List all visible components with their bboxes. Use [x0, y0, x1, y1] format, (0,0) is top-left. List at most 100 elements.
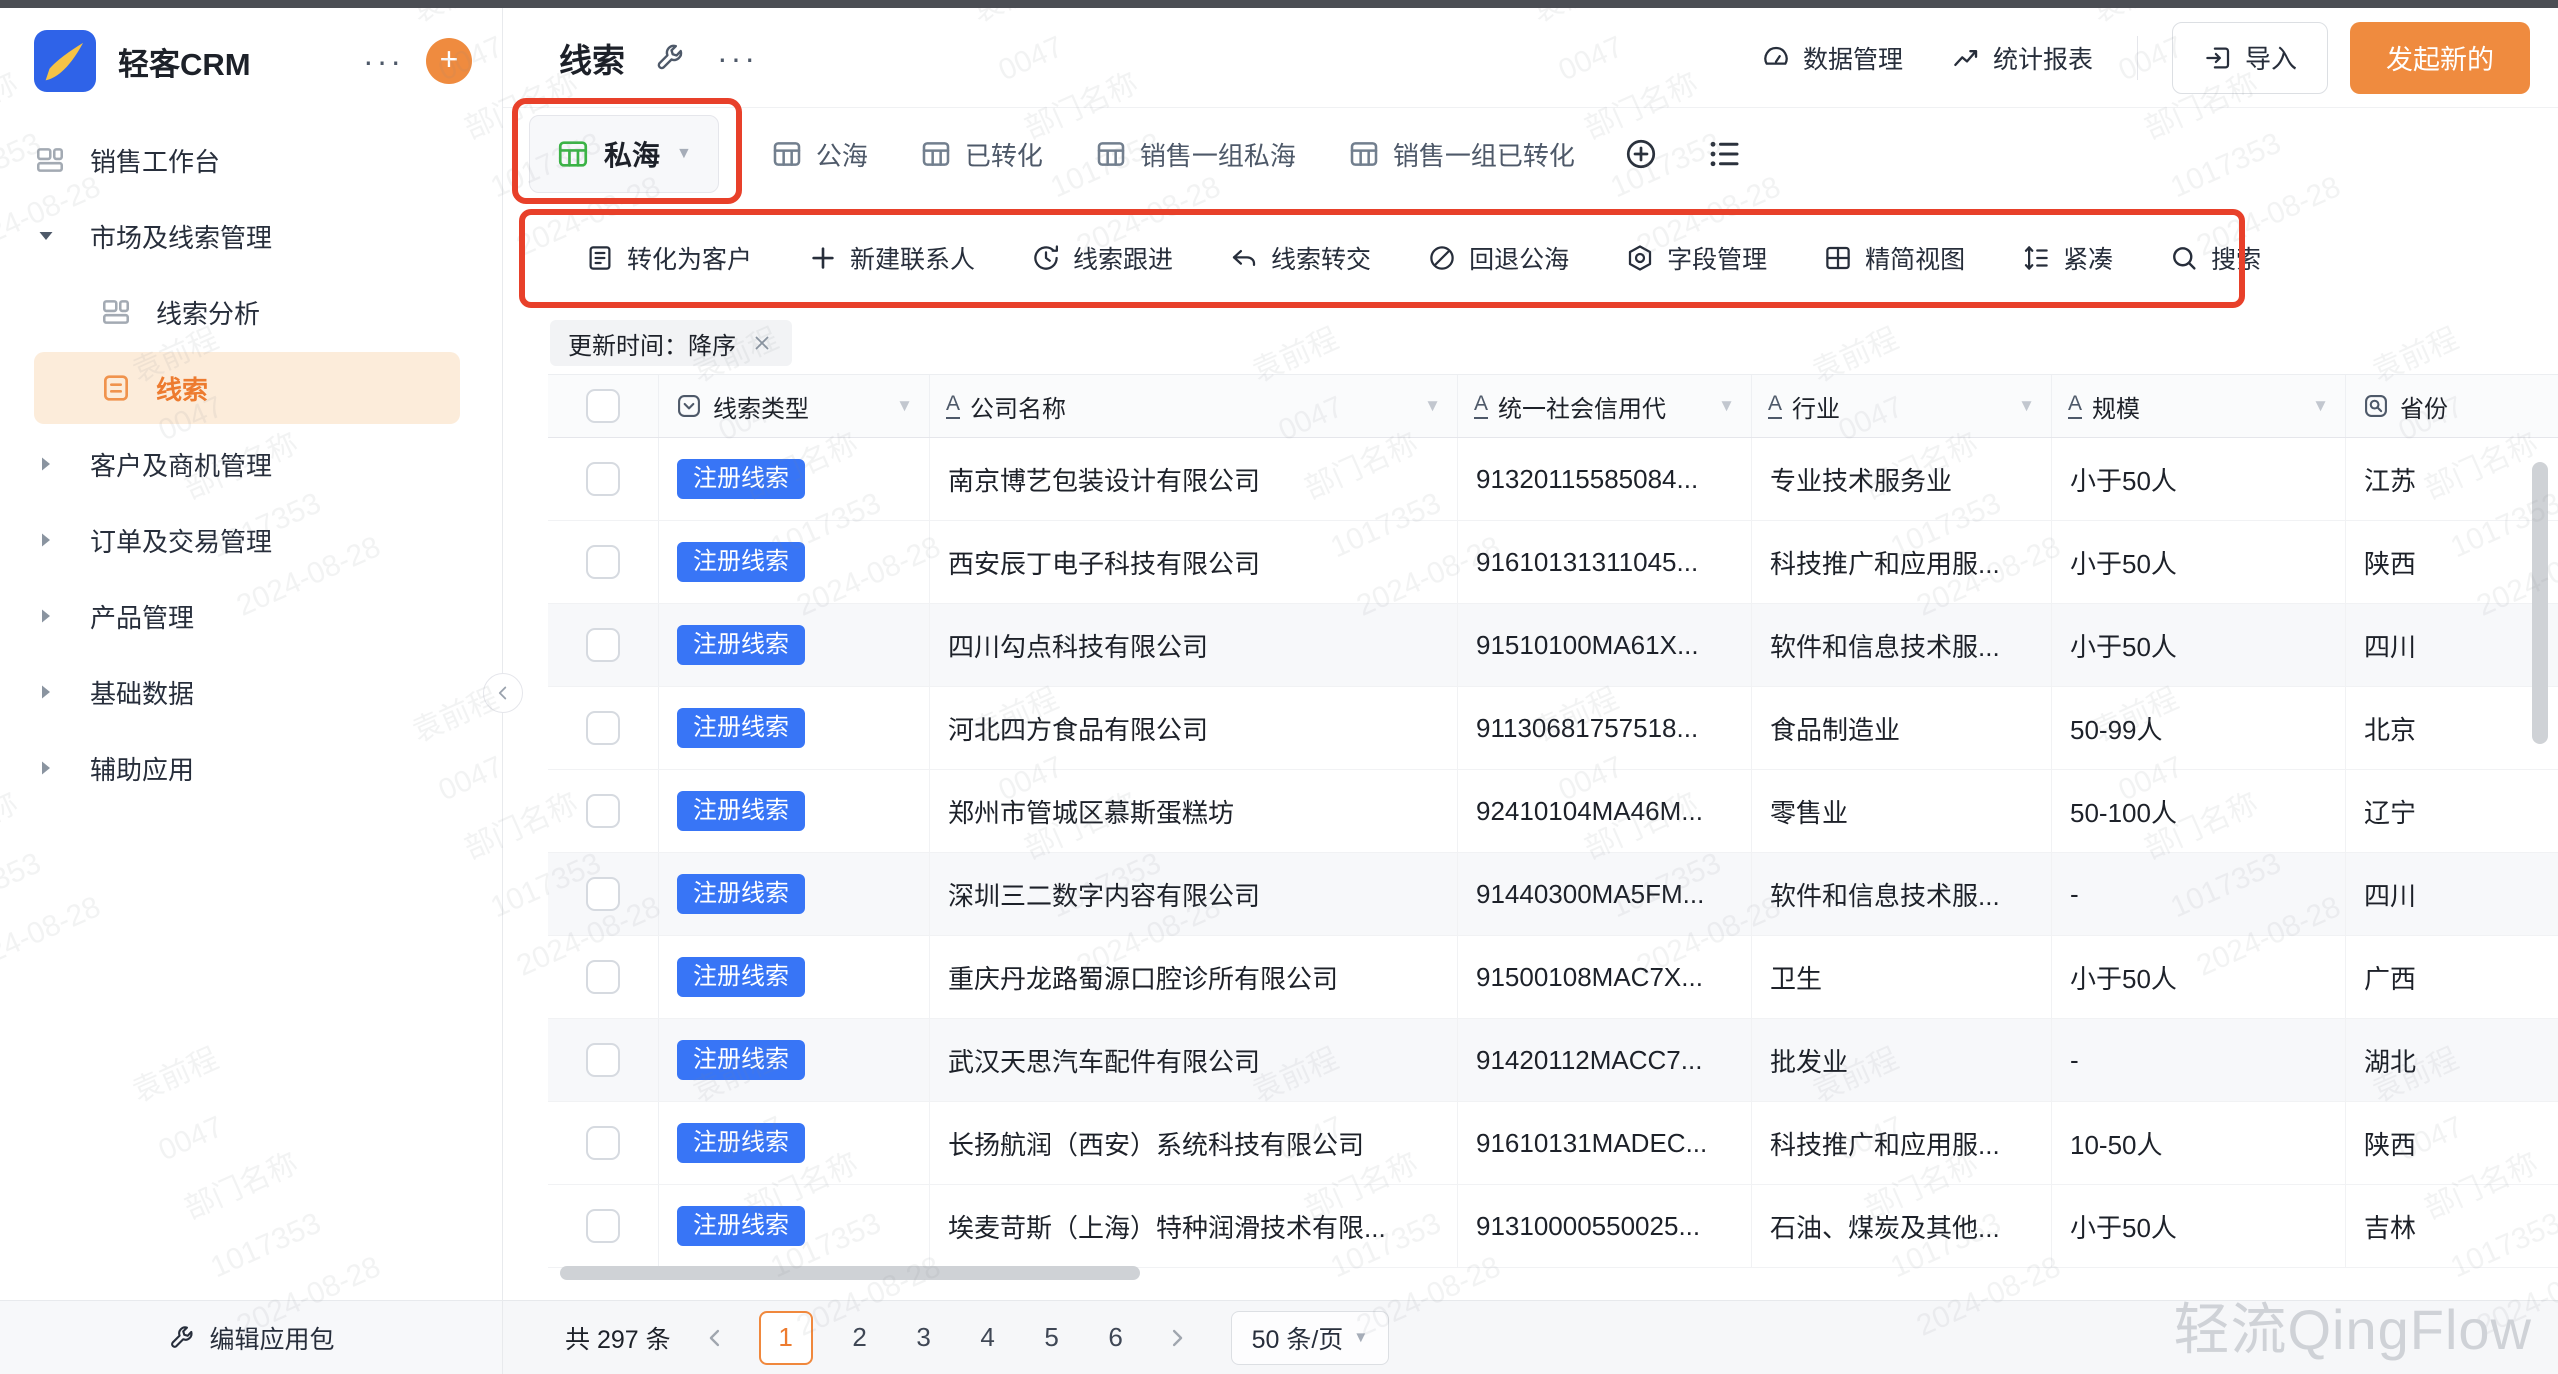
sidebar-item-客户及商机管理[interactable]: 客户及商机管理 — [0, 426, 502, 502]
sidebar-more-icon[interactable]: ··· — [363, 45, 404, 77]
row-checkbox[interactable] — [586, 462, 620, 496]
tab-已转化[interactable]: 已转化 — [920, 136, 1043, 173]
sidebar-item-辅助应用[interactable]: 辅助应用 — [0, 730, 502, 806]
select-all-checkbox[interactable] — [586, 389, 620, 423]
more-menu-icon[interactable]: ··· — [717, 42, 758, 74]
toolbar-转化为客户[interactable]: 转化为客户 — [585, 240, 752, 276]
cell-company[interactable]: 郑州市管城区慕斯蛋糕坊 — [930, 770, 1458, 852]
data-manage-label: 数据管理 — [1803, 40, 1903, 76]
cell-company[interactable]: 南京博艺包装设计有限公司 — [930, 438, 1458, 520]
toolbar-紧凑[interactable]: 紧凑 — [2021, 240, 2113, 276]
close-icon[interactable] — [750, 331, 774, 355]
column-label: 统一社会信用代 — [1498, 389, 1666, 424]
chevron-down-icon[interactable]: ▼ — [2018, 396, 2035, 416]
cell-company[interactable]: 埃麦苛斯（上海）特种润滑技术有限... — [930, 1185, 1458, 1267]
next-page-button[interactable] — [1163, 1324, 1191, 1352]
reports-button[interactable]: 统计报表 — [1951, 40, 2093, 76]
chevron-down-icon[interactable]: ▼ — [1718, 396, 1735, 416]
sidebar-item-销售工作台[interactable]: 销售工作台 — [0, 122, 502, 198]
vertical-scrollbar[interactable] — [2532, 462, 2548, 744]
caret-right-icon[interactable] — [34, 528, 58, 552]
wrench-icon[interactable] — [653, 42, 685, 74]
sidebar-item-线索[interactable]: 线索 — [0, 350, 502, 426]
create-new-button[interactable]: 发起新的 — [2350, 22, 2530, 94]
horizontal-scrollbar[interactable] — [560, 1266, 1140, 1280]
cell-company[interactable]: 四川勾点科技有限公司 — [930, 604, 1458, 686]
caret-right-icon[interactable] — [34, 680, 58, 704]
sidebar-item-基础数据[interactable]: 基础数据 — [0, 654, 502, 730]
toolbar-回退公海[interactable]: 回退公海 — [1427, 240, 1569, 276]
toolbar-字段管理[interactable]: 字段管理 — [1625, 240, 1767, 276]
edit-package-bar[interactable]: 编辑应用包 — [0, 1300, 503, 1374]
chevron-down-icon[interactable]: ▼ — [1424, 396, 1441, 416]
page-button-6[interactable]: 6 — [1099, 1322, 1133, 1353]
column-header-规模[interactable]: A规模▼ — [2052, 375, 2346, 437]
cell-company[interactable]: 重庆丹龙路蜀源口腔诊所有限公司 — [930, 936, 1458, 1018]
row-checkbox[interactable] — [586, 960, 620, 994]
caret-down-icon[interactable] — [34, 224, 58, 248]
add-view-button[interactable] — [1623, 136, 1659, 172]
caret-right-icon[interactable] — [34, 756, 58, 780]
row-checkbox[interactable] — [586, 794, 620, 828]
column-header-公司名称[interactable]: A公司名称▼ — [930, 375, 1458, 437]
sidebar-item-订单及交易管理[interactable]: 订单及交易管理 — [0, 502, 502, 578]
row-checkbox[interactable] — [586, 711, 620, 745]
page-button-3[interactable]: 3 — [907, 1322, 941, 1353]
tab-销售一组私海[interactable]: 销售一组私海 — [1095, 136, 1296, 173]
cell-company[interactable]: 武汉天思汽车配件有限公司 — [930, 1019, 1458, 1101]
cell-text: 四川勾点科技有限公司 — [948, 627, 1208, 664]
menu-item-slot — [34, 680, 90, 704]
tab-销售一组已转化[interactable]: 销售一组已转化 — [1348, 136, 1575, 173]
page-button-2[interactable]: 2 — [843, 1322, 877, 1353]
total-count: 共 297 条 — [565, 1320, 671, 1356]
chevron-down-icon[interactable]: ▼ — [896, 396, 913, 416]
toolbar-label: 转化为客户 — [627, 240, 752, 276]
column-header-线索类型[interactable]: 线索类型▼ — [659, 375, 930, 437]
cell-text: 南京博艺包装设计有限公司 — [948, 461, 1260, 498]
sidebar-item-产品管理[interactable]: 产品管理 — [0, 578, 502, 654]
column-header-统一社会信用代[interactable]: A统一社会信用代▼ — [1458, 375, 1752, 437]
chevron-down-icon[interactable]: ▼ — [2312, 396, 2329, 416]
import-button[interactable]: 导入 — [2172, 22, 2328, 94]
caret-right-icon[interactable] — [34, 604, 58, 628]
toolbar-搜索[interactable]: 搜索 — [2169, 240, 2261, 276]
column-header-行业[interactable]: A行业▼ — [1752, 375, 2052, 437]
row-checkbox[interactable] — [586, 1043, 620, 1077]
toolbar-线索转交[interactable]: 线索转交 — [1229, 240, 1371, 276]
page-button-4[interactable]: 4 — [971, 1322, 1005, 1353]
tab-私海[interactable]: 私海▼ — [529, 115, 719, 193]
toolbar-新建联系人[interactable]: 新建联系人 — [808, 240, 975, 276]
row-checkbox[interactable] — [586, 628, 620, 662]
sidebar-item-label: 产品管理 — [90, 598, 194, 635]
toolbar-线索跟进[interactable]: 线索跟进 — [1031, 240, 1173, 276]
caret-right-icon[interactable] — [34, 452, 58, 476]
table-grid-icon — [556, 137, 590, 171]
page-button-5[interactable]: 5 — [1035, 1322, 1069, 1353]
sidebar-add-button[interactable]: + — [426, 38, 472, 84]
sort-filter-chip[interactable]: 更新时间：降序 — [550, 320, 792, 366]
row-checkbox[interactable] — [586, 1126, 620, 1160]
cell-company[interactable]: 西安辰丁电子科技有限公司 — [930, 521, 1458, 603]
row-checkbox[interactable] — [586, 1209, 620, 1243]
view-list-button[interactable] — [1707, 136, 1743, 172]
sidebar-collapse-button[interactable] — [483, 673, 523, 713]
cell-company[interactable]: 河北四方食品有限公司 — [930, 687, 1458, 769]
cell-company[interactable]: 深圳三二数字内容有限公司 — [930, 853, 1458, 935]
sidebar-item-线索分析[interactable]: 线索分析 — [0, 274, 502, 350]
column-header-省份[interactable]: 省份 — [2346, 375, 2558, 437]
page-size-select[interactable]: 50 条/页 ▼ — [1231, 1311, 1390, 1365]
cell-company[interactable]: 长扬航润（西安）系统科技有限公司 — [930, 1102, 1458, 1184]
toolbar-精简视图[interactable]: 精简视图 — [1823, 240, 1965, 276]
tab-公海[interactable]: 公海 — [771, 136, 868, 173]
row-checkbox[interactable] — [586, 545, 620, 579]
cell-industry: 卫生 — [1752, 936, 2052, 1018]
browser-top-strip — [0, 0, 2558, 8]
prev-page-button[interactable] — [701, 1324, 729, 1352]
data-manage-button[interactable]: 数据管理 — [1761, 40, 1903, 76]
row-checkbox-cell — [548, 1102, 659, 1184]
toolbar-label: 搜索 — [2211, 240, 2261, 276]
page-button-1[interactable]: 1 — [759, 1311, 813, 1365]
divider — [2137, 36, 2138, 80]
row-checkbox[interactable] — [586, 877, 620, 911]
sidebar-item-市场及线索管理[interactable]: 市场及线索管理 — [0, 198, 502, 274]
